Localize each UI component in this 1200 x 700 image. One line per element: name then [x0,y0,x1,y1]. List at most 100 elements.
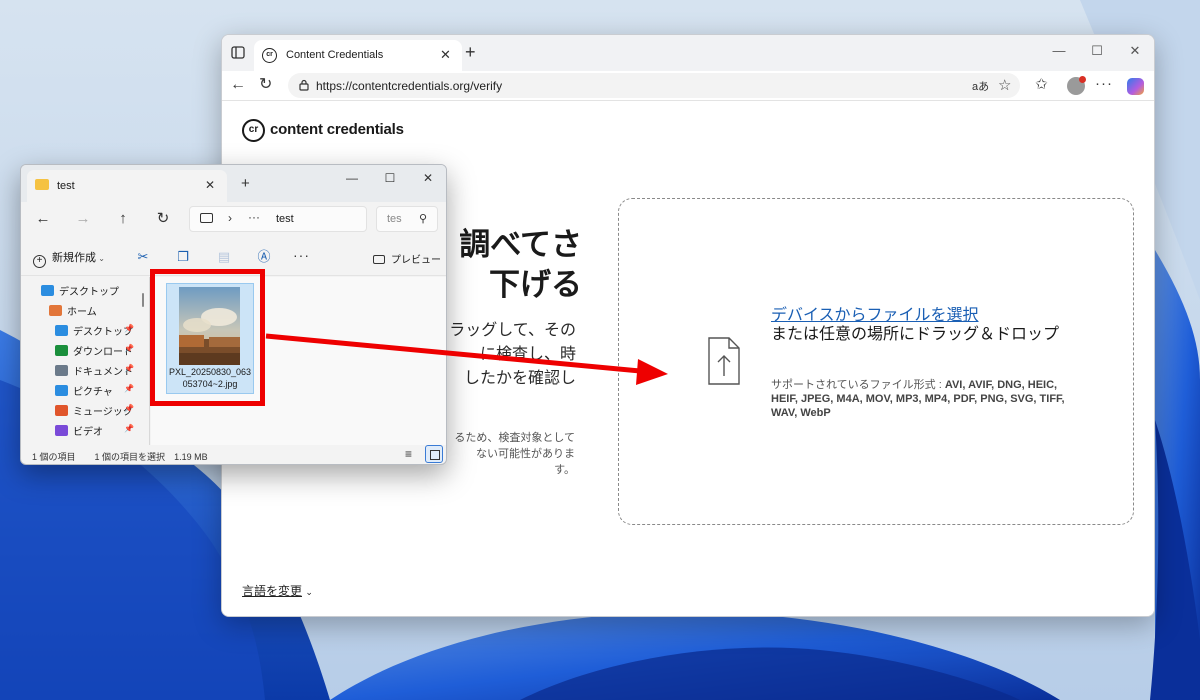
pin-icon: 📌 [124,424,134,433]
pin-icon: 📌 [124,404,134,413]
desktop-icon [41,285,54,296]
close-icon[interactable]: ✕ [1125,43,1145,59]
path-folder-test[interactable]: test [276,213,294,225]
details-view-icon[interactable]: ≡ [405,447,412,461]
pin-icon: 📌 [124,384,134,393]
pin-icon: 📌 [124,364,134,373]
sidebar-scrollbar[interactable] [142,293,144,307]
sidebar-item-label: ホーム [67,307,97,318]
minimize-icon[interactable]: — [1049,43,1069,58]
cr-logo-icon: cr [242,119,265,142]
drag-drop-text: または任意の場所にドラッグ＆ドロップ [771,326,1060,343]
forward-arrow-icon[interactable]: → [75,211,91,227]
home-icon [49,305,62,316]
tab-close-icon[interactable]: ✕ [440,47,451,63]
collections-icon[interactable]: ✩ [1035,77,1048,93]
large-icons-view-icon[interactable] [425,445,443,463]
new-tab-button[interactable]: + [465,42,476,62]
annotation-highlight-box [150,269,265,406]
explorer-status-bar: 1 個の項目 1 個の項目を選択 1.19 MB ≡ [21,445,446,464]
status-text: 1 個の項目 1 個の項目を選択 1.19 MB [32,450,208,463]
copilot-icon[interactable] [1127,78,1144,95]
explorer-tab-title: test [57,180,75,192]
sidebar-item[interactable]: ミュージック [55,403,133,418]
close-icon[interactable]: ✕ [420,171,436,185]
refresh-icon[interactable]: ↻ [155,211,171,227]
video-icon [55,425,68,436]
status-size: 1.19 MB [174,452,208,462]
refresh-icon[interactable]: ↻ [259,77,272,93]
lock-icon[interactable] [297,78,311,92]
sidebar-item[interactable]: ホーム [49,303,97,318]
paste-icon[interactable]: ▤ [216,249,232,264]
sidebar-item-label: デスクトップ [59,287,119,298]
address-url[interactable]: https://contentcredentials.org/verify [316,79,502,93]
maximize-icon[interactable]: ☐ [1087,43,1107,59]
pin-icon: 📌 [124,324,134,333]
read-aloud-icon[interactable]: aあ [972,78,989,94]
profile-avatar-icon[interactable] [1067,76,1086,95]
this-pc-icon [200,213,213,223]
download-icon [55,345,68,356]
file-upload-icon [708,337,740,385]
tab-title: Content Credentials [286,49,384,61]
sidebar-item[interactable]: ピクチャ [55,383,113,398]
rename-icon[interactable]: Ⓐ [256,249,272,264]
language-switch-label: 言語を変更 [242,584,303,598]
explorer-navigation-bar: ← → ↑ ↻ › ··· test tes ⚲ [21,202,446,238]
status-selection: 1 個の項目を選択 [94,452,166,462]
explorer-search-input[interactable]: tes ⚲ [376,206,438,232]
pin-icon: 📌 [124,344,134,353]
sidebar-item[interactable]: ビデオ [55,423,103,438]
select-file-link[interactable]: デバイスからファイルを選択 [771,301,979,325]
copy-icon[interactable]: ❐ [175,249,191,264]
sidebar-item-label: ピクチャ [73,387,113,398]
new-button-label: 新規作成 [52,252,96,264]
back-arrow-icon[interactable]: ← [35,211,51,227]
preview-pane-icon [373,255,385,264]
plus-icon: + [33,255,46,268]
minimize-icon[interactable]: — [344,171,360,185]
sidebar-item[interactable]: デスクトップ [55,323,133,338]
maximize-icon[interactable]: ☐ [382,171,398,185]
explorer-tab-bar: test ✕ + — ☐ ✕ [21,165,446,202]
preview-button-label: プレビュー [391,255,441,266]
sidebar-item[interactable]: デスクトップ [41,283,119,298]
language-switch[interactable]: 言語を変更 ⌄ [242,582,313,599]
path-ellipsis[interactable]: ··· [248,210,260,224]
search-icon: ⚲ [419,213,428,225]
explorer-address-bar[interactable]: › ··· test [189,206,367,232]
chevron-down-icon: ⌄ [96,254,105,263]
more-icon[interactable]: ··· [293,247,310,263]
new-tab-button[interactable]: + [241,176,250,192]
tab-content-credentials[interactable]: cr Content Credentials ✕ [254,40,462,71]
up-arrow-icon[interactable]: ↑ [115,211,131,227]
more-icon[interactable]: ··· [1095,76,1113,92]
desktop-icon [55,325,68,336]
cut-icon[interactable]: ✂ [135,249,151,264]
preview-pane-button[interactable]: プレビュー [373,251,441,266]
sidebar-item-label: ビデオ [73,427,103,438]
sidebar-item[interactable]: ダウンロード [55,343,133,358]
sidebar-toggle-icon[interactable] [231,46,245,59]
pictures-icon [55,385,68,396]
sidebar-item[interactable]: ドキュメント [55,363,133,378]
status-item-count: 1 個の項目 [32,452,76,462]
chevron-right-icon[interactable]: › [228,211,232,225]
tab-close-icon[interactable]: ✕ [205,178,215,192]
new-button[interactable]: + 新規作成 ⌄ [33,249,105,268]
cr-favicon-icon: cr [262,48,277,63]
music-icon [55,405,68,416]
explorer-tab-test[interactable]: test ✕ [27,170,227,202]
browser-toolbar: ← ↻ https://contentcredentials.org/verif… [222,71,1154,101]
logo-text: content credentials [270,121,404,138]
address-bar[interactable]: https://contentcredentials.org/verify aあ… [288,73,1020,98]
document-icon [55,365,68,376]
search-placeholder: tes [387,213,402,225]
folder-icon [35,179,49,190]
file-dropzone[interactable]: デバイスからファイルを選択 または任意の場所にドラッグ＆ドロップ サポートされて… [618,198,1134,525]
explorer-sidebar: デスクトップ ホーム デスクトップ 📌 ダウンロード 📌 ドキュメント 📌 ピクチャ 📌 ミュージッ… [21,277,147,445]
favorites-star-icon[interactable]: ☆ [998,76,1011,94]
back-arrow-icon[interactable]: ← [230,77,246,93]
browser-tab-bar: cr Content Credentials ✕ + — ☐ ✕ [222,35,1154,71]
